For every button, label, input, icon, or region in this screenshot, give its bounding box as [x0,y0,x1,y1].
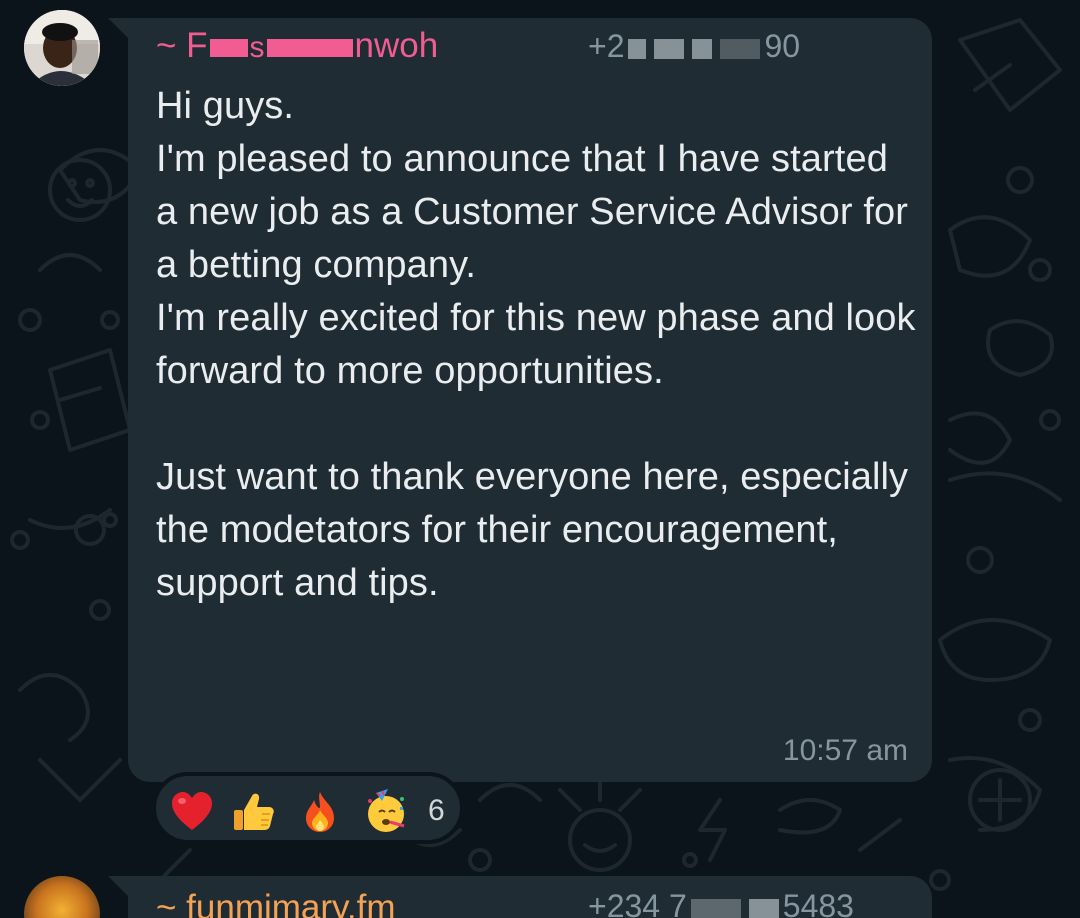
blur-mark [628,38,647,59]
blur-mark [748,898,779,918]
redaction-mark [266,38,353,57]
message-text: Hi guys. I'm pleased to announce that I … [156,85,916,604]
redaction-mark [209,38,248,57]
phone-suffix: 90 [764,28,801,64]
chat-screen: ~ F s nwoh +2 90 Hi guys. I'm pleased to an… [0,0,1080,918]
fire-icon [306,792,334,832]
blur-mark [692,38,713,59]
blur-mark [690,898,741,918]
party-face-icon [368,789,405,832]
sender-phone-2: +234 7 5483 [588,888,854,918]
blur-mark [720,38,761,59]
blur-mark [654,38,685,59]
phone-prefix-2: +234 7 [588,888,687,918]
sender-avatar[interactable] [24,10,100,86]
sender-phone: +2 90 [588,28,800,65]
bubble-tail [108,18,130,40]
avatar-photo [24,10,100,86]
reaction-count: 6 [428,794,445,827]
phone-suffix-2: 5483 [782,888,854,918]
thumbs-up-icon [234,793,274,830]
sender-name[interactable]: ~ F s nwoh [156,26,438,66]
reactions-bar[interactable]: 6 [152,772,464,844]
phone-prefix: +2 [588,28,625,64]
message-timestamp: 10:57 am [782,734,908,767]
bubble-tail-2 [108,876,130,898]
sender-name-prefix: ~ F [156,26,208,65]
sender-name-suffix: nwoh [354,26,439,65]
sender-name-fragment: s [249,31,265,64]
red-heart-icon [172,792,212,830]
sender-name-2[interactable]: ~ funmimary.fm [156,888,396,918]
